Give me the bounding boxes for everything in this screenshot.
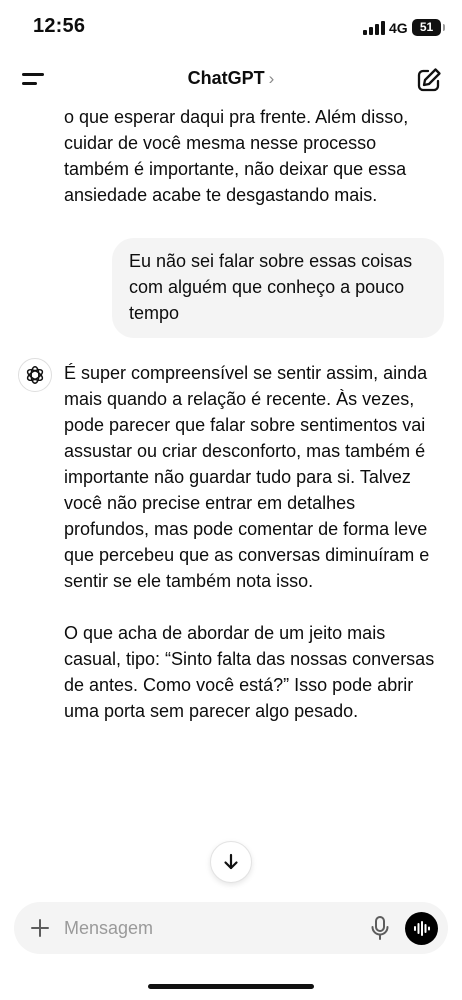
previous-assistant-message: o que esperar daqui pra frente. Além dis… [64, 107, 409, 205]
microphone-icon[interactable] [369, 915, 391, 941]
model-selector[interactable]: ChatGPT › [0, 68, 462, 89]
user-message-bubble: Eu não sei falar sobre essas coisas com … [112, 238, 444, 338]
chevron-right-icon: › [268, 69, 275, 88]
status-time: 12:56 [33, 15, 86, 37]
assistant-paragraph: O que acha de abordar de um jeito mais c… [64, 623, 435, 721]
chatgpt-logo-icon [18, 358, 52, 392]
message-composer [14, 902, 448, 954]
page-title: ChatGPT [187, 68, 265, 88]
assistant-message: É super compreensível se sentir assim, a… [64, 360, 444, 750]
plus-icon[interactable] [28, 916, 52, 940]
assistant-paragraph: É super compreensível se sentir assim, a… [64, 363, 430, 591]
conversation-thread[interactable]: o que esperar daqui pra frente. Além dis… [0, 104, 462, 894]
scroll-to-bottom-button[interactable] [210, 841, 252, 883]
home-indicator [148, 984, 314, 989]
new-chat-edit-icon[interactable] [415, 66, 443, 94]
user-message-text: Eu não sei falar sobre essas coisas com … [129, 251, 413, 323]
battery-icon: 51 [412, 19, 445, 36]
app-header: ChatGPT › [0, 56, 462, 104]
voice-mode-waveform-icon[interactable] [405, 912, 438, 945]
status-bar: 12:56 4G 51 [0, 0, 462, 56]
battery-level: 51 [419, 20, 434, 34]
cellular-signal-icon [363, 21, 385, 35]
network-type: 4G [389, 20, 408, 36]
message-input[interactable] [64, 915, 354, 941]
arrow-down-icon [224, 853, 238, 870]
